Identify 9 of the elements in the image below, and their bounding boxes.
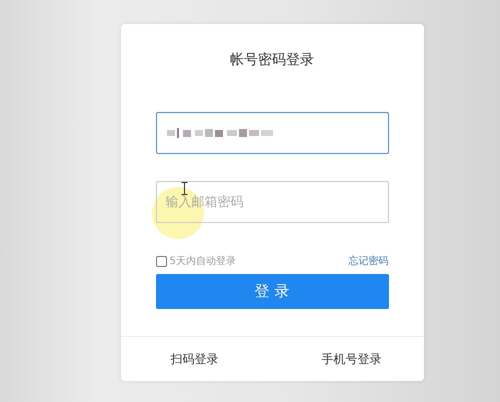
text-cursor-icon (180, 182, 188, 195)
remember-label: 5天内自动登录 (170, 254, 236, 268)
login-method-link[interactable]: 扫码登录 (170, 350, 218, 368)
username-field[interactable] (156, 112, 388, 154)
dialog-title: 帐号密码登录 (230, 51, 314, 70)
forgot-password-link[interactable]: 忘记密码 (348, 254, 388, 268)
login-method-link[interactable]: 手机号登录 (322, 350, 382, 368)
checkbox[interactable] (156, 256, 166, 266)
login-button[interactable]: 登 录 (156, 274, 388, 309)
